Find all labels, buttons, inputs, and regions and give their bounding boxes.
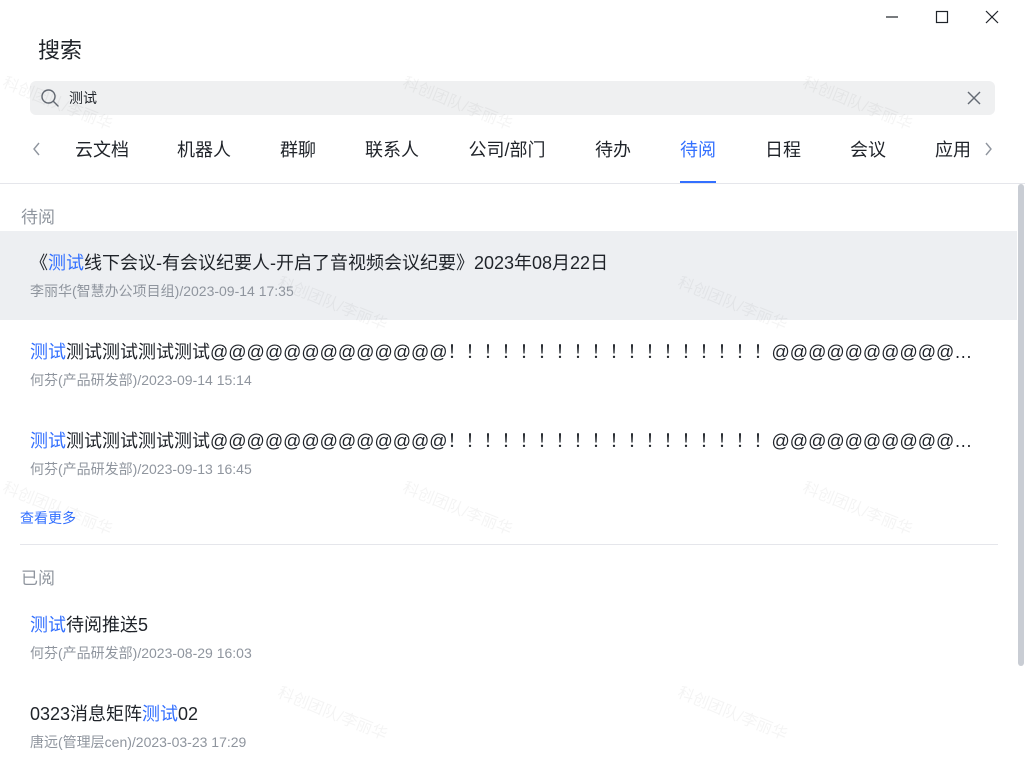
tab-departments[interactable]: 公司/部门 (468, 125, 545, 183)
chevron-right-icon (985, 142, 992, 156)
results-scrollbar[interactable] (1018, 184, 1024, 666)
page-title: 搜索 (38, 38, 83, 63)
result-meta: 李丽华(智慧办公项目组)/2023-09-14 17:35 (30, 283, 294, 299)
result-item[interactable]: 《测试线下会议-有会议纪要人-开启了音视频会议纪要》2023年08月22日 李丽… (0, 231, 1017, 320)
result-title: 测试测试测试测试测试@@@@@@@@@@@@@！！！！！！！！！！！！！！！！！… (30, 342, 990, 362)
keyword-highlight: 测试 (30, 615, 66, 635)
tab-bots[interactable]: 机器人 (177, 125, 231, 183)
result-title: 0323消息矩阵测试02 (30, 704, 199, 724)
tab-calendar[interactable]: 日程 (765, 125, 801, 183)
see-more-link[interactable]: 查看更多 (20, 508, 76, 528)
search-input[interactable] (69, 90, 963, 106)
section-label-to-read: 待阅 (21, 208, 55, 227)
result-title: 测试待阅推送5 (30, 615, 149, 635)
close-icon (985, 10, 999, 24)
window-controls (867, 4, 1017, 30)
section-label-read: 已阅 (21, 569, 55, 588)
result-meta: 何芬(产品研发部)/2023-09-14 15:14 (30, 372, 252, 388)
keyword-highlight: 测试 (30, 431, 66, 451)
result-item[interactable]: 测试待阅推送5 何芬(产品研发部)/2023-08-29 16:03 (0, 593, 1017, 682)
result-item[interactable]: 测试测试测试测试测试@@@@@@@@@@@@@！！！！！！！！！！！！！！！！！… (0, 320, 1017, 409)
maximize-button[interactable] (917, 4, 967, 30)
keyword-highlight: 测试 (30, 342, 66, 362)
tab-group-chats[interactable]: 群聊 (280, 125, 316, 183)
minimize-button[interactable] (867, 4, 917, 30)
maximize-icon (935, 10, 949, 24)
minimize-icon (886, 16, 898, 18)
tabs-scroll-left-button[interactable] (28, 138, 46, 160)
clear-search-icon[interactable] (963, 87, 985, 109)
tab-cloud-docs[interactable]: 云文档 (75, 125, 129, 183)
result-item[interactable]: 0323消息矩阵测试02 唐远(管理层cen)/2023-03-23 17:29 (0, 682, 1017, 771)
search-icon (39, 87, 61, 109)
search-bar (30, 81, 995, 115)
result-item[interactable]: 测试测试测试测试测试@@@@@@@@@@@@@！！！！！！！！！！！！！！！！！… (0, 409, 1017, 498)
tabs-scroll-right-button[interactable] (979, 138, 997, 160)
result-title: 《测试线下会议-有会议纪要人-开启了音视频会议纪要》2023年08月22日 (30, 253, 609, 273)
close-window-button[interactable] (967, 4, 1017, 30)
tab-apps[interactable]: 应用 (935, 125, 971, 183)
chevron-left-icon (33, 142, 40, 156)
result-title: 测试测试测试测试测试@@@@@@@@@@@@@！！！！！！！！！！！！！！！！！… (30, 431, 990, 451)
result-meta: 何芬(产品研发部)/2023-08-29 16:03 (30, 645, 252, 661)
tab-meetings[interactable]: 会议 (850, 125, 886, 183)
tab-contacts[interactable]: 联系人 (365, 125, 419, 183)
result-meta: 何芬(产品研发部)/2023-09-13 16:45 (30, 461, 252, 477)
section-divider (20, 544, 998, 545)
result-meta: 唐远(管理层cen)/2023-03-23 17:29 (30, 734, 247, 750)
keyword-highlight: 测试 (142, 704, 179, 724)
tab-todos[interactable]: 待办 (595, 125, 631, 183)
tab-to-read[interactable]: 待阅 (680, 125, 716, 183)
category-tabs: 云文档 机器人 群聊 联系人 公司/部门 待办 待阅 日程 会议 应用 (0, 125, 1025, 184)
keyword-highlight: 测试 (48, 253, 84, 273)
